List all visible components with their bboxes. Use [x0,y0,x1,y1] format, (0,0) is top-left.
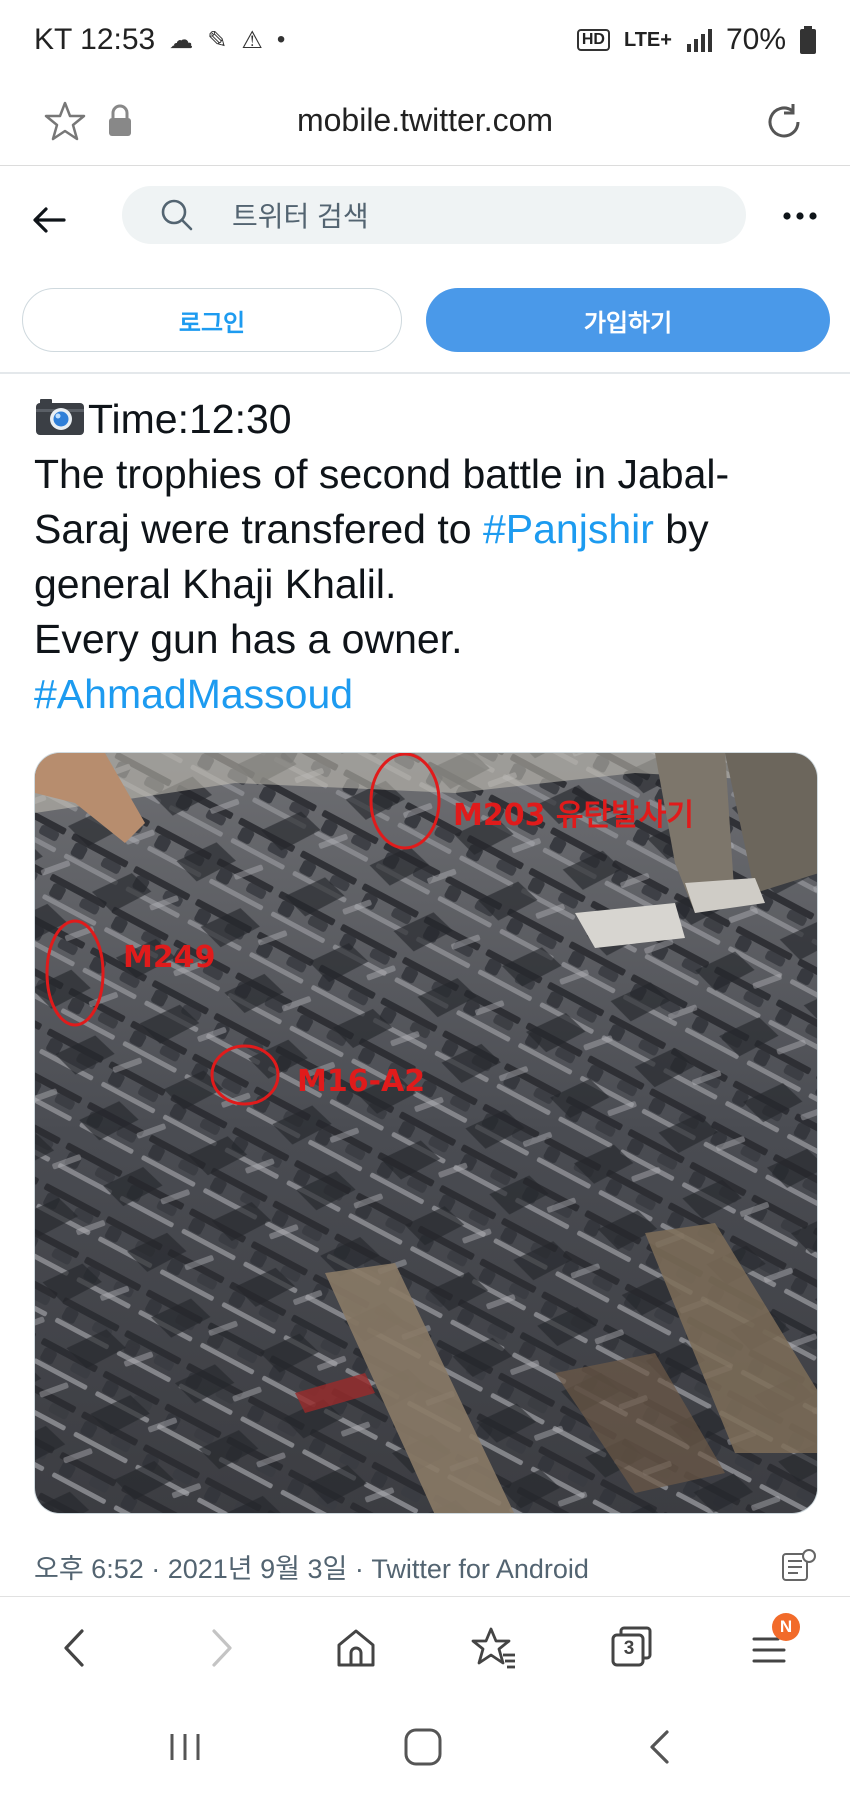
hashtag-ahmadmassoud-link[interactable]: #AhmadMassoud [34,671,353,717]
camera-icon [36,399,84,435]
tweet-photo[interactable]: M203 유탄발사기 M249 M16-A2 [34,752,818,1514]
tweet-text: Time:12:30 The trophies of second battle… [34,392,824,722]
tabs-count: 3 [623,1638,635,1659]
battery-icon [800,26,816,54]
browser-bottom-nav: 3 N [0,1596,850,1697]
tweet-time: Time:12:30 [88,396,292,442]
carrier-time: KT 12:53 [34,23,156,56]
more-options-icon[interactable] [782,210,818,222]
warning-icon: ⚠ [241,26,263,54]
tweet-line-3a: Saraj were transfered to [34,506,483,552]
system-back-icon[interactable] [636,1724,686,1770]
reload-icon[interactable] [762,100,806,144]
home-icon[interactable] [331,1623,381,1673]
tweet-timestamp[interactable]: 오후 6:52 · 2021년 9월 3일 · Twitter for Andr… [34,1547,589,1586]
tweet-line-5: Every gun has a owner. [34,616,463,662]
pill-icon: ✎ [207,26,228,54]
annotation-label-m249: M249 [123,940,215,975]
weapons-pile-image: M203 유탄발사기 M249 M16-A2 [35,753,817,1513]
login-button[interactable]: 로그인 [22,288,402,352]
reader-mode-icon[interactable] [780,1548,816,1584]
signup-button[interactable]: 가입하기 [426,288,830,352]
cloud-icon: ☁ [169,26,194,54]
search-input[interactable]: 트위터 검색 [122,186,746,244]
tweet-line-3b: by [653,506,709,552]
tweet-line-6: #AhmadMassoud [34,667,824,722]
twitter-header: 트위터 검색 [0,166,850,274]
tabs-button[interactable]: 3 [607,1623,657,1673]
hashtag-panjshir-link[interactable]: #Panjshir [483,506,654,552]
home-button-icon[interactable] [398,1724,448,1770]
recent-apps-icon[interactable] [160,1724,210,1770]
status-left: KT 12:53 ☁ ✎ ⚠ • [34,23,285,57]
tweet-meta: 오후 6:52 · 2021년 9월 3일 · Twitter for Andr… [34,1544,824,1588]
status-bar: KT 12:53 ☁ ✎ ⚠ • HD LTE+ 70% [0,0,850,80]
signal-icon [686,29,712,52]
divider [0,372,850,374]
tweet-line-1: Time:12:30 [34,392,824,447]
dot-icon: • [276,26,286,53]
network-label: LTE+ [623,28,672,51]
tweet-line-2: The trophies of second battle in Jabal- [34,451,730,497]
forward-icon[interactable] [194,1623,244,1673]
annotation-label-m16: M16-A2 [297,1064,425,1099]
bookmarks-icon[interactable] [469,1623,519,1673]
browser-address-bar: mobile.twitter.com [0,80,850,166]
auth-buttons: 로그인 가입하기 [0,274,850,372]
menu-button[interactable]: N [748,1613,800,1673]
menu-badge: N [772,1613,800,1641]
hd-badge: HD [576,29,610,51]
tweet-line-4: general Khaji Khalil. [34,561,397,607]
annotation-label-m203: M203 유탄발사기 [453,798,694,833]
back-icon[interactable] [52,1623,102,1673]
battery-percent: 70% [725,23,786,56]
status-right: HD LTE+ 70% [576,23,816,57]
tweet-line-3: Saraj were transfered to #Panjshir by [34,502,824,557]
search-placeholder: 트위터 검색 [232,201,369,232]
url-text[interactable]: mobile.twitter.com [0,102,850,139]
system-nav-bar [0,1700,850,1795]
search-icon [161,199,193,231]
back-arrow-icon[interactable] [30,200,70,240]
